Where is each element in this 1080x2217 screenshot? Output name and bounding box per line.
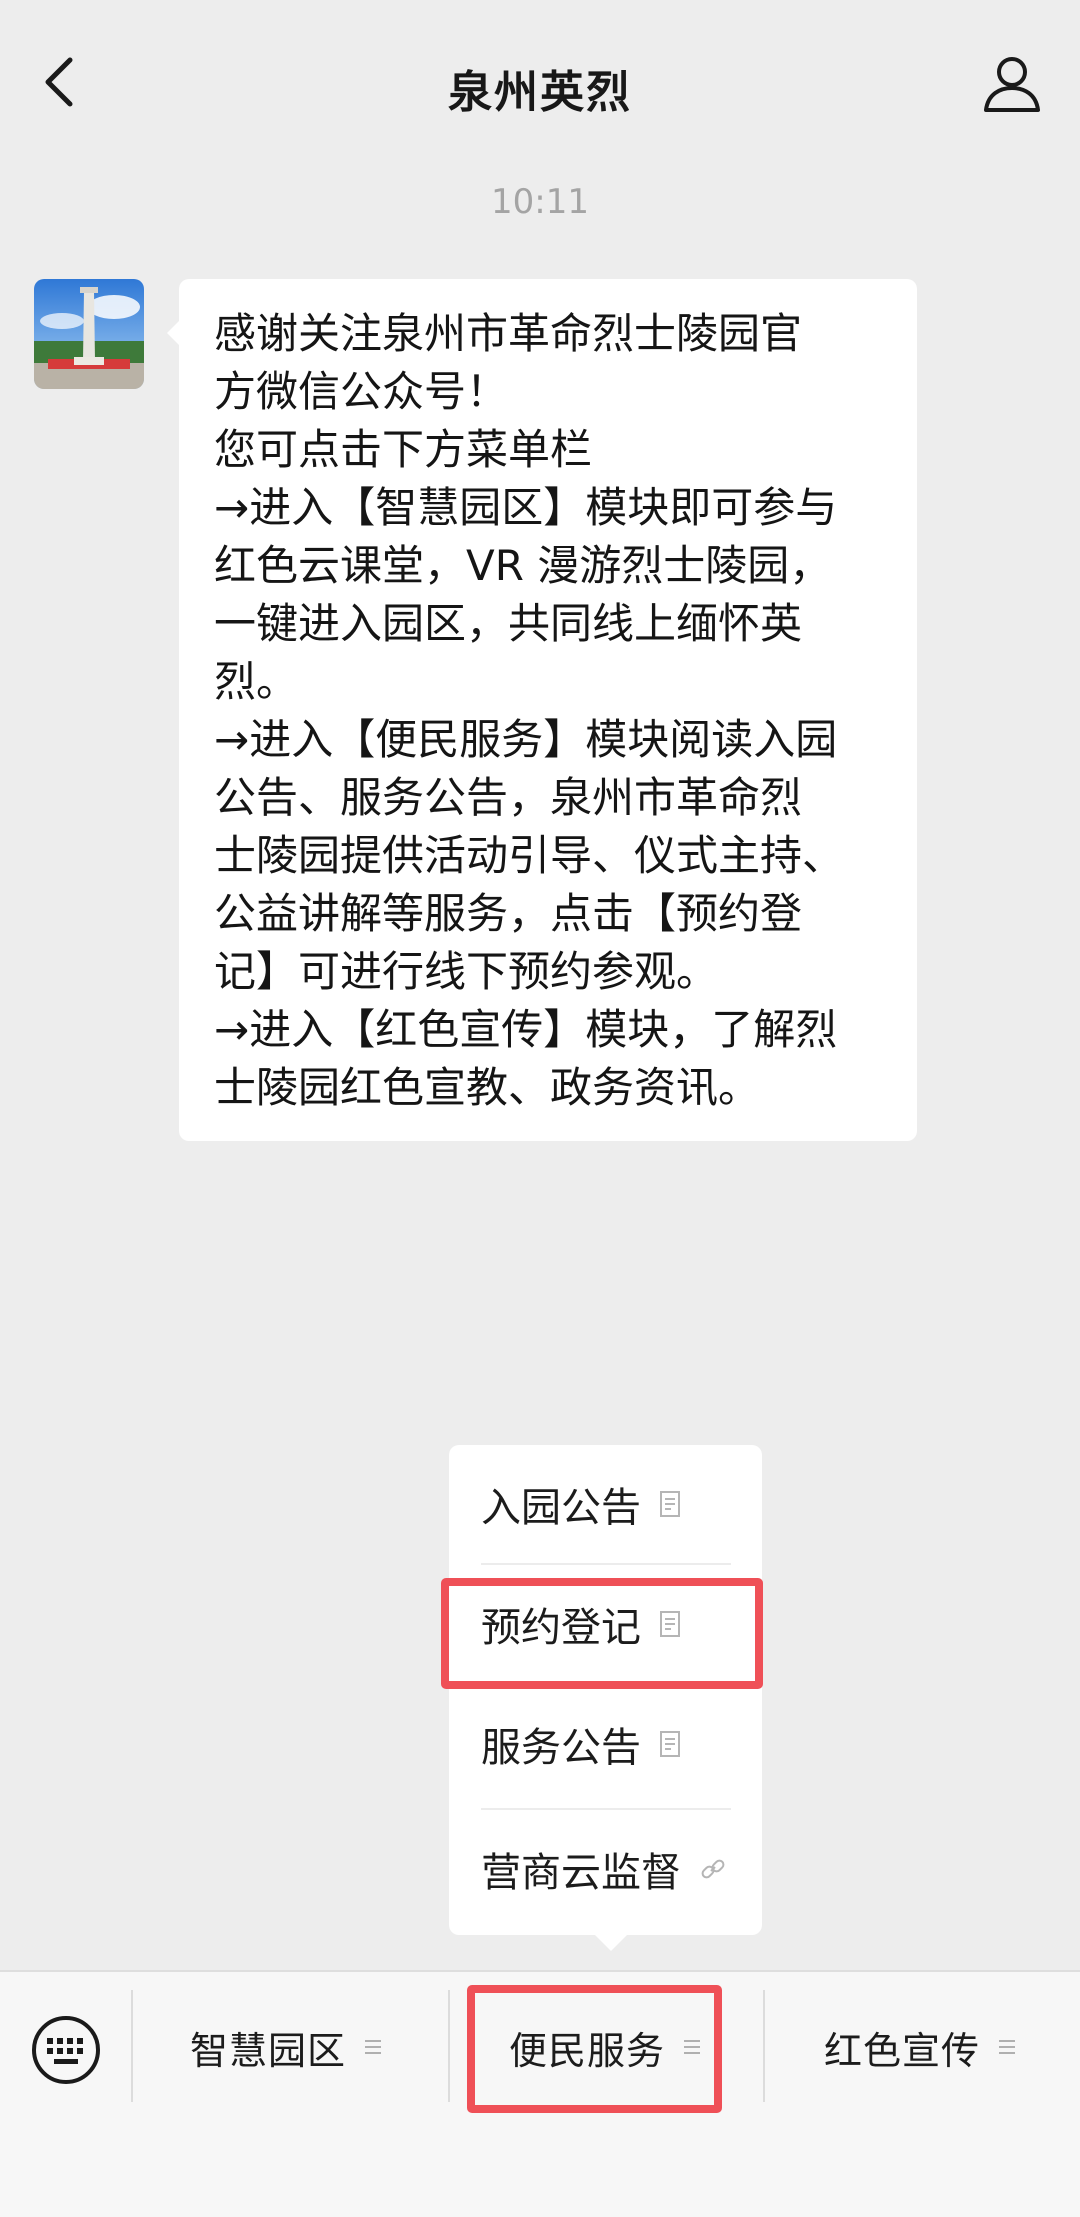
person-icon[interactable]	[980, 52, 1044, 116]
message-line: →进入【便民服务】模块阅读入园	[214, 715, 838, 764]
message-line: 方微信公众号！	[214, 367, 509, 416]
menu-button-label: 红色宣传	[823, 2028, 980, 2073]
submenu-item-label: 服务公告	[481, 1725, 641, 1771]
keyboard-icon[interactable]	[30, 2014, 102, 2086]
menu-lines-icon	[999, 2040, 1015, 2054]
message-bubble: 感谢关注泉州市革命烈士陵园官 方微信公众号！ 您可点击下方菜单栏 →进入【智慧园…	[167, 279, 917, 1141]
message-line: 您可点击下方菜单栏	[214, 425, 593, 474]
submenu-popup: 入园公告 预约登记 服务公告 营商云监督	[449, 1445, 762, 1951]
menu-button-label: 智慧园区	[189, 2028, 346, 2073]
top-bar: 泉州英烈	[0, 0, 1080, 170]
highlight-box-public-service	[467, 1985, 722, 2113]
message-line: 烈。	[214, 657, 299, 706]
menu-button-smart-park[interactable]: 智慧园区	[131, 1972, 441, 2122]
message-line: 一键进入园区，共同线上缅怀英	[214, 599, 803, 648]
message-timestamp: 10:11	[491, 182, 589, 222]
message-line: 感谢关注泉州市革命烈士陵园官	[214, 309, 803, 358]
document-icon	[660, 1731, 680, 1757]
message-line: →进入【智慧园区】模块即可参与	[214, 483, 838, 532]
submenu-item-label: 入园公告	[481, 1485, 641, 1531]
submenu-item-entry-notice[interactable]: 入园公告	[481, 1445, 731, 1563]
submenu-item-label: 营商云监督	[481, 1850, 681, 1896]
message-line: 公益讲解等服务，点击【预约登	[214, 889, 803, 938]
highlight-box-reservation	[441, 1578, 763, 1689]
message-line: 士陵园红色宣教、政务资讯。	[214, 1063, 761, 1112]
submenu-item-service-notice[interactable]: 服务公告	[481, 1685, 731, 1803]
page-title: 泉州英烈	[448, 67, 632, 118]
avatar[interactable]	[34, 279, 144, 389]
document-icon	[660, 1491, 680, 1517]
message-line: 记】可进行线下预约参观。	[214, 947, 719, 996]
message-line: →进入【红色宣传】模块，了解烈	[214, 1005, 838, 1054]
menu-button-red-publicity[interactable]: 红色宣传	[765, 1972, 1075, 2122]
submenu-item-business-supervision[interactable]: 营商云监督	[481, 1810, 731, 1928]
link-icon	[701, 1859, 725, 1879]
message-line: 公告、服务公告，泉州市革命烈	[214, 773, 803, 822]
message-line: 士陵园提供活动引导、仪式主持、	[214, 831, 845, 880]
message-line: 红色云课堂，VR 漫游烈士陵园，	[214, 541, 832, 590]
menu-lines-icon	[365, 2040, 381, 2054]
